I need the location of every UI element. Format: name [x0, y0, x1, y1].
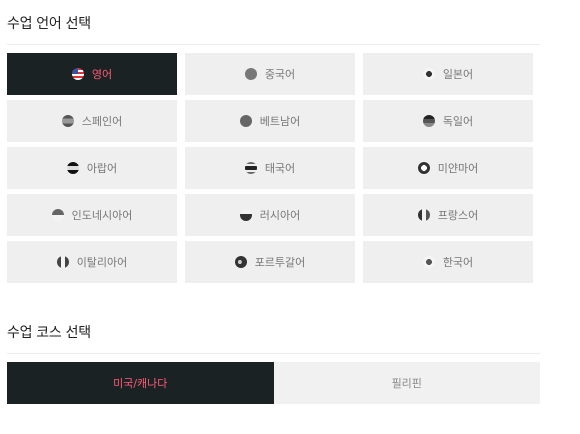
course-options: 미국/캐나다 필리핀 — [7, 362, 540, 404]
italy-flag-icon — [56, 256, 69, 268]
language-section-title: 수업 언어 선택 — [7, 16, 91, 32]
china-flag-icon — [244, 68, 257, 80]
language-grid: 영어 중국어 일본어 스페인어 베트남어 독일어 아랍어 태국어 미얀마어 인도… — [7, 53, 535, 283]
language-option-german[interactable]: 독일어 — [363, 100, 533, 142]
language-label: 일본어 — [442, 68, 474, 81]
language-label: 인도네시아어 — [71, 209, 133, 222]
language-option-arabic[interactable]: 아랍어 — [7, 147, 177, 189]
course-option-philippines[interactable]: 필리핀 — [273, 362, 540, 404]
language-label: 포르투갈어 — [254, 256, 306, 269]
language-option-spanish[interactable]: 스페인어 — [7, 100, 177, 142]
language-option-chinese[interactable]: 중국어 — [185, 53, 355, 95]
language-label: 영어 — [91, 68, 113, 81]
language-label: 스페인어 — [81, 115, 123, 128]
france-flag-icon — [417, 209, 430, 221]
course-section-divider — [7, 353, 540, 354]
language-option-thai[interactable]: 태국어 — [185, 147, 355, 189]
language-label: 베트남어 — [259, 115, 301, 128]
course-option-usa-canada[interactable]: 미국/캐나다 — [7, 362, 274, 404]
language-option-myanmar[interactable]: 미얀마어 — [363, 147, 533, 189]
language-option-vietnamese[interactable]: 베트남어 — [185, 100, 355, 142]
language-option-russian[interactable]: 러시아어 — [185, 194, 355, 236]
language-option-portuguese[interactable]: 포르투갈어 — [185, 241, 355, 283]
language-label: 프랑스어 — [437, 209, 479, 222]
language-option-french[interactable]: 프랑스어 — [363, 194, 533, 236]
language-label: 태국어 — [264, 162, 296, 175]
language-option-italian[interactable]: 이탈리아어 — [7, 241, 177, 283]
language-label: 아랍어 — [86, 162, 118, 175]
vietnam-flag-icon — [239, 115, 252, 127]
language-section-divider — [7, 44, 540, 45]
language-option-korean[interactable]: 한국어 — [363, 241, 533, 283]
japan-flag-icon — [422, 68, 435, 80]
course-section-title: 수업 코스 선택 — [7, 325, 91, 341]
myanmar-flag-icon — [417, 162, 430, 174]
russia-flag-icon — [239, 209, 252, 221]
portugal-flag-icon — [234, 256, 247, 268]
language-label: 러시아어 — [259, 209, 301, 222]
language-option-indonesian[interactable]: 인도네시아어 — [7, 194, 177, 236]
thailand-flag-icon — [244, 162, 257, 174]
language-label: 독일어 — [442, 115, 474, 128]
indonesia-flag-icon — [51, 209, 64, 221]
us-flag-icon — [71, 68, 84, 80]
language-label: 이탈리아어 — [76, 256, 128, 269]
language-label: 한국어 — [442, 256, 474, 269]
language-label: 미얀마어 — [437, 162, 479, 175]
language-option-japanese[interactable]: 일본어 — [363, 53, 533, 95]
korea-flag-icon — [422, 256, 435, 268]
arab-flag-icon — [66, 162, 79, 174]
language-label: 중국어 — [264, 68, 296, 81]
germany-flag-icon — [422, 115, 435, 127]
spain-flag-icon — [61, 115, 74, 127]
language-option-english[interactable]: 영어 — [7, 53, 177, 95]
